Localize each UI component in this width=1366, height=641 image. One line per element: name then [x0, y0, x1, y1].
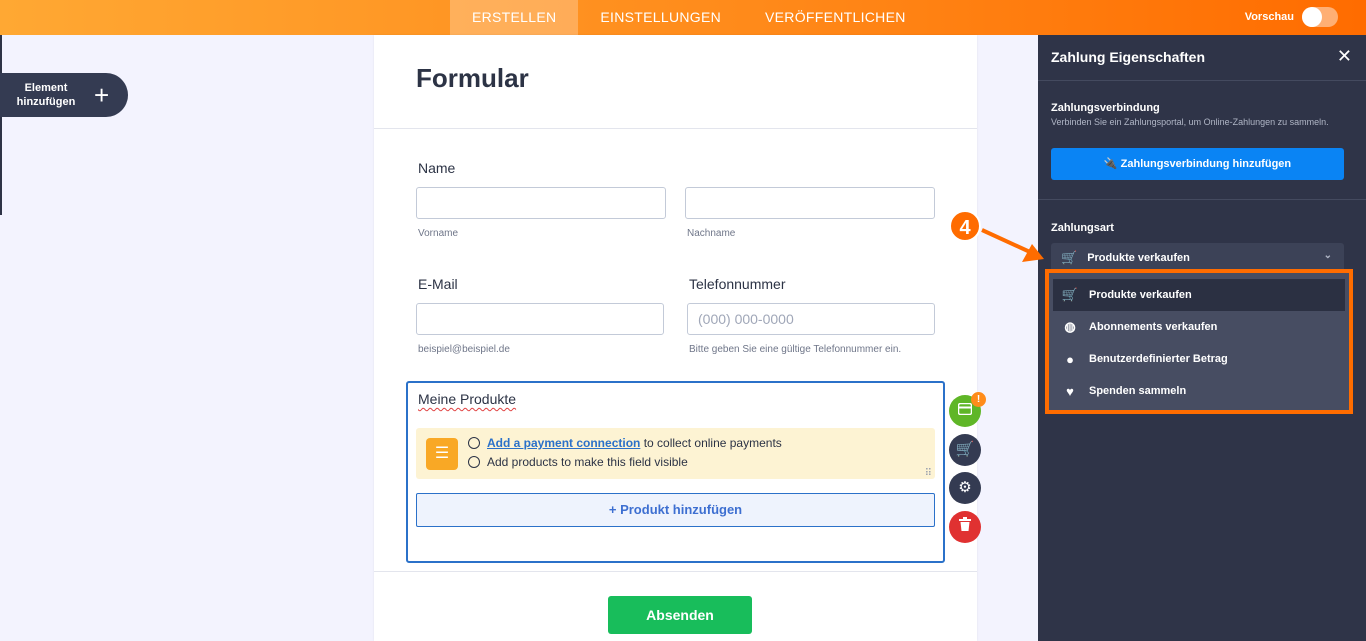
name-label: Name: [418, 160, 456, 176]
drag-handle-icon[interactable]: ⠿: [925, 469, 933, 479]
option-label: Produkte verkaufen: [1089, 289, 1192, 301]
add-element-button[interactable]: Element hinzufügen +: [0, 73, 128, 117]
delete-field-button[interactable]: [949, 511, 981, 543]
phone-label: Telefonnummer: [689, 276, 786, 292]
form-header-divider: [374, 128, 977, 129]
plus-icon: +: [94, 79, 110, 110]
add-payment-connection-button[interactable]: 🔌 Zahlungsverbindung hinzufügen: [1051, 148, 1344, 180]
connection-description: Verbinden Sie ein Zahlungsportal, um Onl…: [1051, 117, 1329, 127]
first-name-input[interactable]: [416, 187, 666, 219]
add-element-label: Element hinzufügen: [16, 82, 76, 108]
preview-toggle[interactable]: [1302, 7, 1338, 27]
circle-icon: [468, 437, 480, 449]
option-produkte-verkaufen[interactable]: 🛒 Produkte verkaufen: [1053, 279, 1345, 311]
main-tabs: ERSTELLEN EINSTELLUNGEN VERÖFFENTLICHEN: [450, 0, 928, 35]
cart-icon: 🛒: [1061, 287, 1079, 302]
products-field[interactable]: Meine Produkte ☰ Add a payment connectio…: [406, 381, 945, 563]
email-label: E-Mail: [418, 276, 458, 292]
payment-warning: ☰ Add a payment connection to collect on…: [416, 428, 935, 479]
option-benutzerdefinierter-betrag[interactable]: ● Benutzerdefinierter Betrag: [1053, 343, 1345, 375]
option-label: Spenden sammeln: [1089, 385, 1187, 397]
toggle-knob: [1302, 7, 1322, 27]
panel-title: Zahlung Eigenschaften: [1051, 49, 1206, 65]
add-payment-connection-link[interactable]: Add a payment connection: [487, 436, 640, 450]
left-edge-divider: [0, 35, 2, 215]
phone-sublabel: Bitte geben Sie eine gültige Telefonnumm…: [689, 344, 902, 355]
option-abonnements-verkaufen[interactable]: ◍ Abonnements verkaufen: [1053, 311, 1345, 343]
option-label: Benutzerdefinierter Betrag: [1089, 353, 1228, 365]
panel-divider: [1038, 199, 1366, 200]
connection-button-label: Zahlungsverbindung hinzufügen: [1120, 158, 1292, 170]
left-canvas: [0, 35, 374, 641]
heart-icon: ♥: [1066, 383, 1074, 399]
warning-line-connection: Add a payment connection to collect onli…: [468, 436, 782, 450]
connection-title: Zahlungsverbindung: [1051, 102, 1160, 114]
products-title[interactable]: Meine Produkte: [418, 391, 516, 407]
plug-icon: 🔌: [1103, 158, 1118, 170]
form-canvas: Formular Name Vorname Nachname E-Mail Te…: [374, 35, 977, 641]
form-footer-divider: [374, 571, 977, 572]
circle-icon: [468, 456, 480, 468]
custom-amount-icon: ●: [1066, 351, 1074, 367]
option-label: Abonnements verkaufen: [1089, 321, 1218, 333]
payment-type-selected: Produkte verkaufen: [1087, 252, 1190, 264]
submit-button[interactable]: Absenden: [608, 596, 752, 634]
gear-icon: ⚙: [958, 479, 972, 496]
first-name-sublabel: Vorname: [418, 228, 459, 239]
chevron-down-icon: ⌄: [1323, 250, 1332, 261]
warning-line2: Add products to make this field visible: [487, 455, 688, 469]
tab-veroeffentlichen[interactable]: VERÖFFENTLICHEN: [743, 0, 928, 35]
panel-header: Zahlung Eigenschaften ✕: [1038, 35, 1366, 81]
add-product-button[interactable]: + Produkt hinzufügen: [416, 493, 935, 527]
last-name-sublabel: Nachname: [687, 228, 736, 239]
option-spenden-sammeln[interactable]: ♥ Spenden sammeln: [1053, 375, 1345, 407]
coins-icon: ◍: [1064, 319, 1076, 334]
warning-badge: !: [971, 392, 986, 407]
tab-erstellen[interactable]: ERSTELLEN: [450, 0, 579, 35]
email-input[interactable]: [416, 303, 664, 335]
trash-icon: [959, 517, 971, 531]
payment-type-title: Zahlungsart: [1051, 222, 1114, 234]
cart-icon: 🛒: [955, 441, 975, 458]
last-name-input[interactable]: [685, 187, 935, 219]
form-title[interactable]: Formular: [416, 63, 529, 94]
email-sublabel: beispiel@beispiel.de: [418, 344, 510, 355]
preview-label: Vorschau: [1244, 11, 1294, 23]
warning-line1-rest: to collect online payments: [643, 436, 782, 450]
payment-type-dropdown: 🛒 Produkte verkaufen ◍ Abonnements verka…: [1045, 269, 1353, 414]
warning-line-products: Add products to make this field visible: [468, 455, 688, 469]
step-number-badge: 4: [949, 210, 981, 242]
top-bar: ERSTELLEN EINSTELLUNGEN VERÖFFENTLICHEN …: [0, 0, 1366, 35]
close-icon[interactable]: ✕: [1337, 46, 1352, 67]
field-settings-button[interactable]: ⚙: [949, 472, 981, 504]
cart-icon: 🛒: [1061, 250, 1078, 265]
checklist-icon: ☰: [426, 438, 458, 470]
card-icon: [957, 402, 973, 416]
preview-control: Vorschau: [1245, 7, 1338, 27]
phone-input[interactable]: (000) 000-0000: [687, 303, 935, 335]
step-arrow-icon: [981, 228, 1044, 262]
tab-einstellungen[interactable]: EINSTELLUNGEN: [578, 0, 743, 35]
products-cart-button[interactable]: 🛒: [949, 434, 981, 466]
